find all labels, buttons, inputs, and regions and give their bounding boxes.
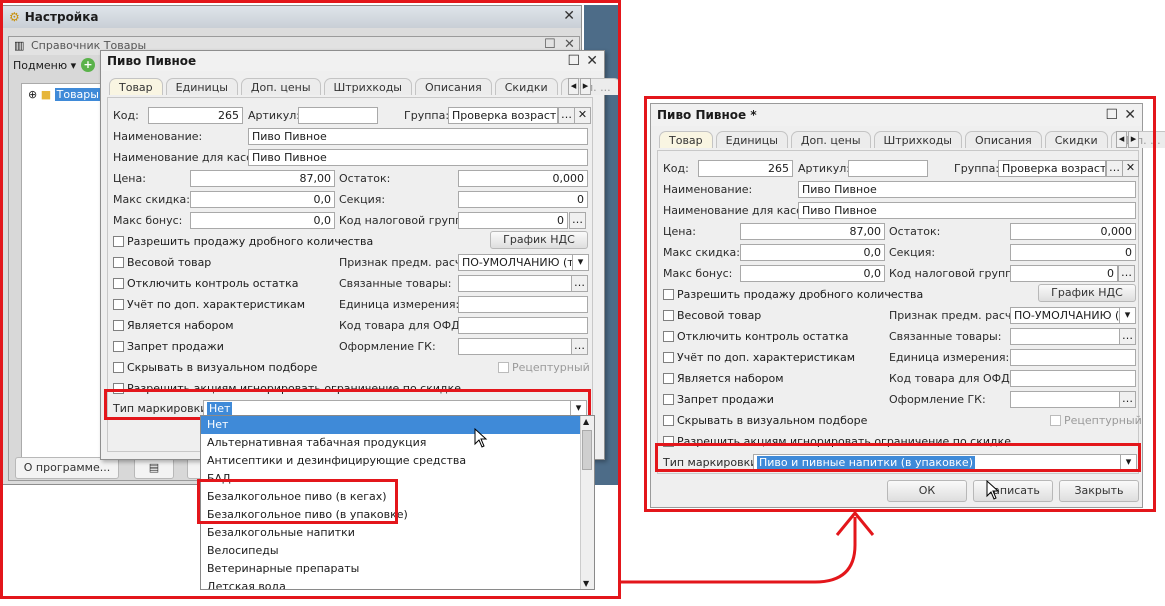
highlight-left-panel — [0, 0, 621, 599]
arrow-connector-icon — [620, 510, 875, 584]
highlight-right-panel — [644, 96, 1156, 512]
